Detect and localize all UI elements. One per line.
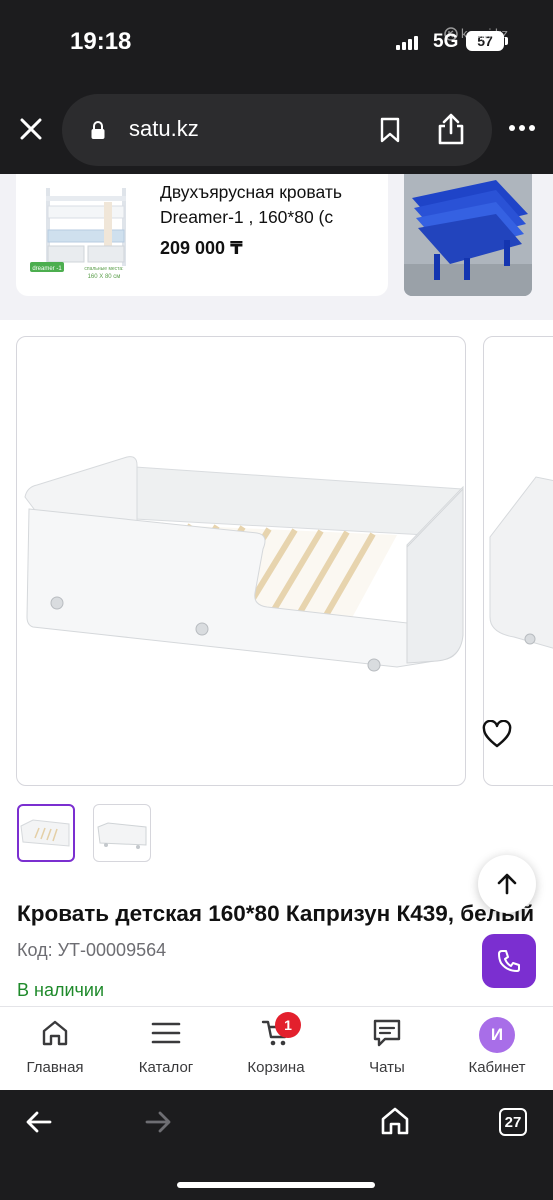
thumb-badge-text: dreamer -1 — [32, 266, 62, 272]
url-text[interactable]: satu.kz — [129, 116, 199, 142]
thumb-caption-1: спальные места: — [84, 266, 123, 272]
lock-icon — [91, 121, 105, 139]
share-icon[interactable] — [436, 112, 466, 146]
home-indicator — [177, 1182, 375, 1188]
more-options-icon[interactable] — [508, 124, 536, 132]
signal-icon — [396, 34, 418, 50]
watermark: kaspi.kz — [444, 26, 508, 41]
scroll-to-top-button[interactable] — [478, 855, 536, 913]
watermark-text: kaspi.kz — [461, 26, 508, 41]
kids-bed-image — [24, 456, 464, 672]
status-time: 19:18 — [70, 28, 132, 55]
recommended-product-price: 209 000 ₸ — [160, 238, 243, 258]
thumbnail-bed-image-1 — [20, 819, 70, 847]
tab-home[interactable]: Главная — [5, 1017, 105, 1087]
home-icon[interactable] — [380, 1106, 410, 1136]
recommended-product-title[interactable]: Двухъярусная кровать Dreamer-1 , 160*80 … — [160, 180, 384, 230]
status-bar: 19:18 5G 57 kaspi.kz — [0, 0, 553, 84]
forward-arrow-icon[interactable] — [144, 1110, 172, 1134]
phone-icon — [498, 950, 520, 972]
tab-catalog-label: Каталог — [138, 1059, 194, 1076]
page-content: dreamer -1 спальные места: 160 X 80 см Д… — [0, 174, 553, 1006]
product-image-next[interactable] — [483, 336, 553, 786]
product-code: Код: УТ-00009564 — [17, 940, 167, 960]
browser-toolbar: satu.kz — [0, 84, 553, 174]
recommended-product-card[interactable]: dreamer -1 спальные места: 160 X 80 см Д… — [16, 174, 388, 296]
call-button[interactable] — [482, 934, 536, 988]
menu-icon — [151, 1022, 181, 1044]
recommended-product-card-2[interactable] — [404, 174, 532, 296]
tab-cart-label: Корзина — [247, 1059, 305, 1076]
availability-status: В наличии — [17, 980, 105, 1000]
avatar: И — [479, 1017, 515, 1053]
watermark-logo-icon — [444, 26, 458, 41]
tab-chats[interactable]: Чаты — [337, 1017, 437, 1087]
arrow-up-icon — [497, 873, 517, 895]
back-arrow-icon[interactable] — [25, 1110, 53, 1134]
stacked-beds-image — [404, 174, 532, 296]
bunk-bed-image: dreamer -1 спальные места: 160 X 80 см — [24, 182, 154, 286]
thumbnail-bed-image-2 — [97, 822, 147, 849]
gallery-thumbnail-1[interactable] — [17, 804, 75, 862]
tab-account[interactable]: И Кабинет — [447, 1017, 547, 1087]
bookmark-icon[interactable] — [378, 116, 402, 144]
tab-catalog[interactable]: Каталог — [116, 1017, 216, 1087]
tab-account-label: Кабинет — [468, 1059, 526, 1076]
tabs-count-button[interactable]: 27 — [499, 1108, 527, 1136]
product-name: Кровать детская 160*80 Капризун К439, бе… — [17, 901, 535, 926]
product-image-main[interactable] — [16, 336, 466, 786]
gallery-thumbnail-2[interactable] — [93, 804, 151, 862]
thumb-caption-2: 160 X 80 см — [88, 274, 121, 280]
kids-bed-image-alt — [489, 476, 553, 649]
tab-home-label: Главная — [26, 1059, 84, 1076]
address-bar[interactable]: satu.kz — [62, 94, 492, 166]
tab-chats-label: Чаты — [369, 1059, 405, 1076]
browser-bottom-bar: 27 — [0, 1090, 553, 1200]
cart-count-badge: 1 — [275, 1012, 301, 1038]
favorite-heart-icon[interactable] — [482, 720, 512, 748]
product-title: Кровать детская 160*80 Капризун К439, бе… — [17, 896, 537, 968]
chat-icon — [373, 1019, 401, 1047]
home-icon — [42, 1020, 68, 1046]
recommendations-strip: dreamer -1 спальные места: 160 X 80 см Д… — [0, 174, 553, 320]
close-icon[interactable] — [16, 114, 46, 144]
